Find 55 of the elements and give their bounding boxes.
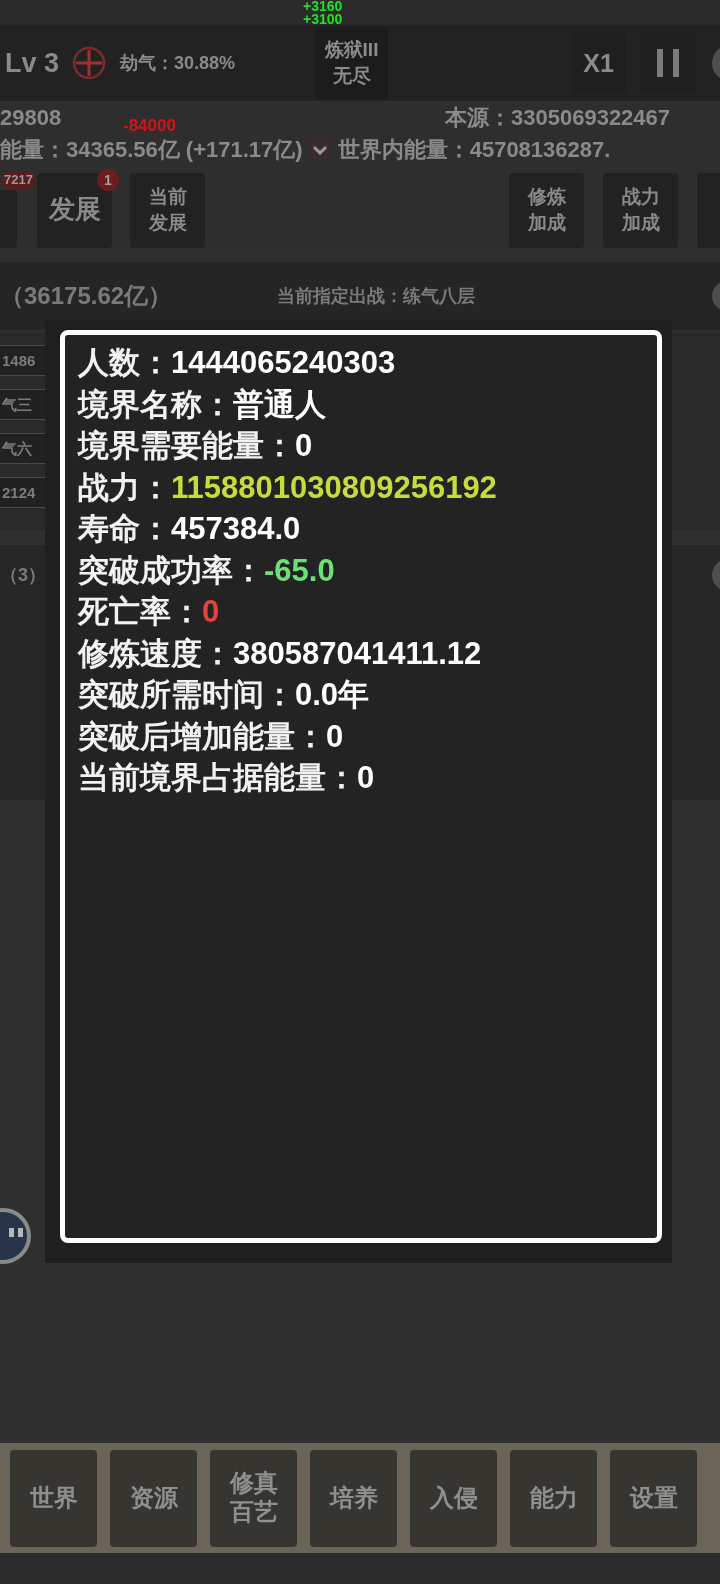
quote-icon[interactable]	[0, 1207, 32, 1265]
level-text: Lv 3	[5, 47, 60, 79]
stat-value: -65.0	[264, 551, 335, 590]
stat-label: 境界名称：	[78, 385, 233, 424]
stat-label: 当前境界占据能量：	[78, 759, 357, 797]
source-value: 本源：3305069322467	[445, 105, 671, 130]
list-cell: 2124	[0, 477, 45, 508]
stat-label: 突破后增加能量：	[78, 717, 326, 756]
stat-label: 战力：	[78, 468, 171, 507]
stat-label: 突破成功率：	[78, 551, 264, 590]
mode-button[interactable]: 炼狱III 无尽	[315, 27, 388, 99]
world-energy-value: 世界内能量：45708136287.	[337, 136, 611, 164]
stat-value: 1444065240303	[171, 344, 396, 382]
stat-label: 死亡率：	[78, 593, 202, 631]
nav-button[interactable]: 世界	[10, 1449, 97, 1547]
nav-button[interactable]: 资源	[110, 1449, 197, 1547]
count-badge: 7217	[2, 170, 35, 189]
stat-value: 0	[357, 759, 375, 797]
list-cell: 气三	[0, 389, 45, 420]
stat-label: 突破所需时间：	[78, 676, 295, 714]
floating-number: +3100	[303, 12, 343, 25]
stat-value: 457384.0	[171, 510, 301, 548]
stat-value: 0	[326, 717, 344, 756]
stat-value: 0	[295, 427, 313, 465]
stat-value: 0.0年	[295, 676, 370, 714]
energy-value: 能量：34365.56亿 (+171.17亿)	[0, 136, 303, 164]
nav-button[interactable]: 修真百艺	[210, 1449, 297, 1547]
stat-value: 0	[202, 593, 220, 631]
list-cell: 1486	[0, 345, 45, 376]
stat-value: 普通人	[233, 385, 326, 424]
menu-button[interactable]: 当前 发展	[130, 172, 205, 248]
stat-value: 1158801030809256192	[171, 468, 497, 507]
nav-button[interactable]: 能力	[510, 1449, 597, 1547]
nav-button[interactable]: 入侵	[410, 1449, 497, 1547]
change-value: -84000	[123, 117, 176, 135]
resource-value: 29808	[0, 105, 62, 130]
stat-value: 380587041411.12	[233, 634, 482, 673]
list-cell: 气六	[0, 433, 45, 464]
menu-button[interactable]: 战力 加成	[603, 172, 678, 248]
count-text: （3）	[0, 564, 46, 587]
nav-button[interactable]: 设置	[610, 1449, 697, 1547]
total-value: （36175.62亿）	[0, 281, 174, 311]
crosshair-icon	[72, 46, 107, 80]
count-badge: 1	[97, 168, 119, 191]
assigned-text: 当前指定出战：练气八层	[277, 285, 475, 308]
stat-label: 寿命：	[78, 510, 171, 548]
stat-label: 人数：	[78, 344, 171, 382]
stat-label: 境界需要能量：	[78, 427, 295, 465]
pause-icon	[657, 49, 679, 77]
stat-text: 劫气：30.88%	[120, 52, 236, 75]
menu-button[interactable]: 修炼 加成	[509, 172, 584, 248]
chevron-down-icon[interactable]	[309, 140, 330, 160]
floating-number: +3160	[303, 0, 343, 13]
nav-button[interactable]: 培养	[310, 1449, 397, 1547]
stat-label: 修炼速度：	[78, 634, 233, 673]
